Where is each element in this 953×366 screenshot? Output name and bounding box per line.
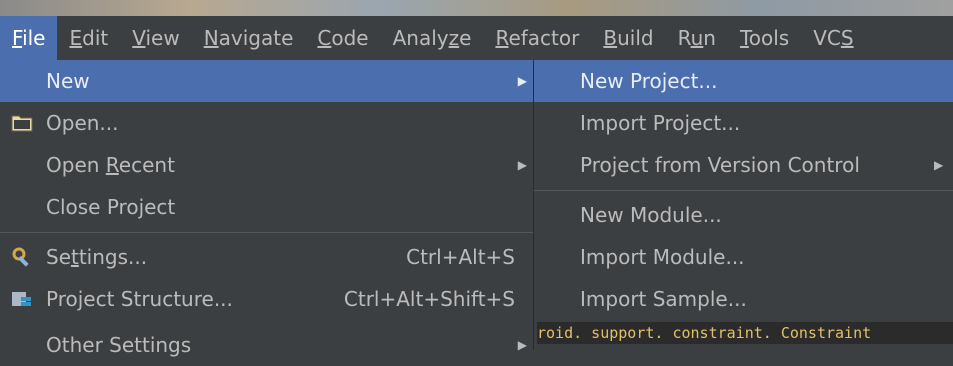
menu-build[interactable]: Build [591,16,665,60]
file-menu-item-project-structure-label: Project Structure... [46,287,233,311]
menu-build-mnemonic: B [603,26,618,50]
file-menu-item-project-structure[interactable]: Project Structure... Ctrl+Alt+Shift+S [0,278,533,320]
submenu-item-import-sample-label: Import Sample... [580,287,747,311]
menu-code-post: ode [331,26,369,50]
file-menu-item-new[interactable]: New ▶ [0,60,533,102]
project-structure-shortcut: Ctrl+Alt+Shift+S [343,287,515,311]
menu-view-mnemonic: V [132,26,146,50]
submenu-item-new-project-label: New Project... [580,69,718,93]
menu-file-post: ile [22,26,46,50]
menu-code-mnemonic: C [317,26,332,50]
file-menu-item-open-recent-label: Open Recent [46,153,175,177]
settings-mnemonic: t [71,245,79,269]
menu-edit[interactable]: Edit [57,16,120,60]
menu-build-post: uild [617,26,654,50]
submenu-item-new-module[interactable]: New Module... [534,194,953,236]
menu-refactor-post: efactor [508,26,580,50]
file-menu-item-settings[interactable]: Settings... Ctrl+Alt+S [0,236,533,278]
menu-edit-post: dit [82,26,109,50]
menu-view[interactable]: View [120,16,191,60]
menu-separator [0,232,533,233]
folder-icon [10,111,34,135]
menu-analyze-pre: Analy [392,26,449,50]
settings-post: tings... [78,245,148,269]
submenu-item-import-module[interactable]: Import Module... [534,236,953,278]
file-menu-item-open-recent[interactable]: Open Recent ▶ [0,144,533,186]
submenu-item-import-module-label: Import Module... [580,245,745,269]
settings-pre: Se [46,245,71,269]
menu-navigate[interactable]: Navigate [192,16,306,60]
menu-tools[interactable]: Tools [728,16,801,60]
menu-refactor-mnemonic: R [495,26,509,50]
file-menu-item-open[interactable]: Open... [0,102,533,144]
window-title-strip [0,0,953,16]
file-menu-dropdown: New ▶ Open... Open Recent ▶ Close Projec… [0,60,534,357]
file-menu-item-other-settings-label: Other Settings [46,333,192,357]
open-recent-pre: Open [46,153,106,177]
submenu-item-project-from-vcs[interactable]: Project from Version Control ▶ [534,144,953,186]
menu-run-mnemonic: u [690,26,704,50]
open-recent-post: ecent [118,153,175,177]
triangle-right-icon: ▶ [517,74,527,88]
menu-refactor[interactable]: Refactor [483,16,591,60]
triangle-right-icon: ▶ [517,338,527,352]
menu-run[interactable]: Run [666,16,728,60]
menu-view-post: iew [145,26,180,50]
menu-navigate-post: avigate [218,26,294,50]
submenu-item-new-module-label: New Module... [580,203,722,227]
submenu-item-import-sample[interactable]: Import Sample... [534,278,953,320]
menu-vcs-mnemonic: S [840,26,854,50]
menu-edit-mnemonic: E [69,26,83,50]
file-menu-item-settings-label: Settings... [46,245,147,269]
settings-shortcut: Ctrl+Alt+S [406,245,515,269]
menu-vcs[interactable]: VCS [801,16,865,60]
submenu-item-new-project[interactable]: New Project... [534,60,953,102]
menu-analyze-mnemonic: z [448,26,460,50]
menu-file-mnemonic: F [12,26,23,50]
file-menu-item-close-project-label: Close Project [46,195,176,219]
menu-tools-mnemonic: T [739,26,749,50]
submenu-item-import-project[interactable]: Import Project... [534,102,953,144]
menu-file[interactable]: File [0,16,58,60]
triangle-right-icon: ▶ [517,158,527,172]
file-menu-item-other-settings[interactable]: Other Settings ▶ [0,324,533,366]
menu-run-pre: R [677,26,691,50]
file-menu-item-open-label: Open... [46,111,119,135]
menu-analyze[interactable]: Analyze [381,16,484,60]
file-menu-item-new-label: New [46,69,90,93]
menu-navigate-mnemonic: N [203,26,219,50]
project-structure-icon [10,287,34,311]
menu-run-post: n [703,26,716,50]
file-menu-item-close-project[interactable]: Close Project [0,186,533,228]
menu-bar: File Edit View Navigate Code Analyze Ref… [0,16,953,60]
editor-code-line: roid. support. constraint. Constraint [537,322,953,344]
menu-vcs-pre: VC [813,26,841,50]
menu-tools-post: ools [748,26,790,50]
triangle-right-icon: ▶ [934,158,944,172]
submenu-item-project-from-vcs-label: Project from Version Control [580,153,860,177]
menu-separator [534,190,953,191]
menu-code[interactable]: Code [305,16,380,60]
new-submenu: New Project... Import Project... Project… [533,60,953,350]
open-recent-mnemonic: R [105,153,119,177]
wrench-gear-icon [10,245,34,269]
submenu-item-import-project-label: Import Project... [580,111,741,135]
menu-analyze-post: e [459,26,472,50]
